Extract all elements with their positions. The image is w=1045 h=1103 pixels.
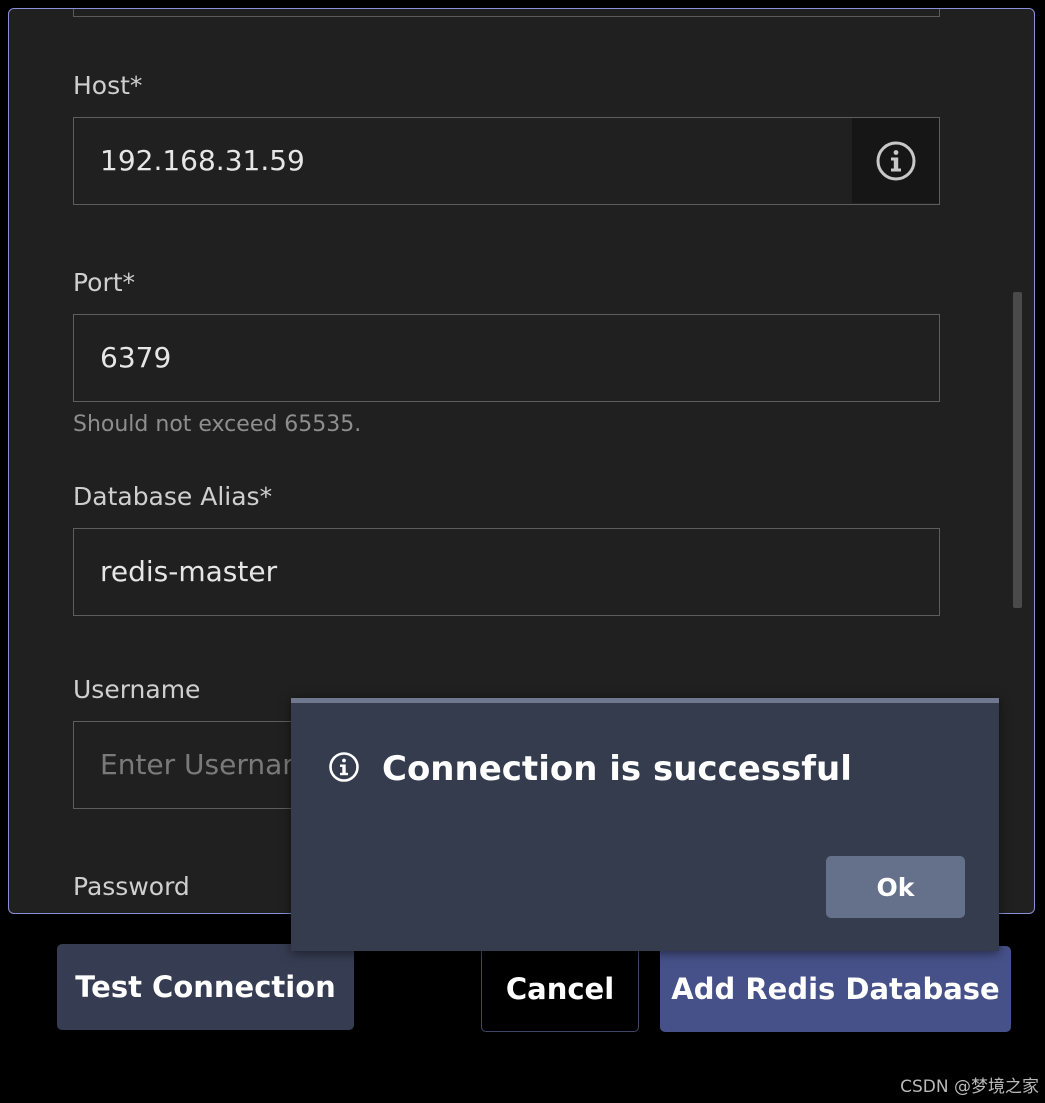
form-scrollbar[interactable] (1013, 292, 1022, 608)
port-hint: Should not exceed 65535. (73, 412, 362, 437)
host-input-value: 192.168.31.59 (100, 144, 305, 177)
host-input[interactable]: 192.168.31.59 (73, 117, 940, 205)
host-label: Host* (73, 71, 143, 100)
alias-input[interactable]: redis-master (73, 528, 940, 616)
test-connection-button[interactable]: Test Connection (57, 944, 354, 1030)
username-label: Username (73, 675, 201, 704)
host-info-button[interactable] (852, 118, 939, 203)
port-label: Port* (73, 268, 136, 297)
cancel-button[interactable]: Cancel (481, 946, 639, 1032)
password-label: Password (73, 872, 190, 901)
username-placeholder: Enter Usernam (100, 748, 310, 781)
info-icon (876, 141, 915, 180)
port-input[interactable]: 6379 (73, 314, 940, 402)
info-icon (329, 752, 359, 782)
add-redis-database-button[interactable]: Add Redis Database (660, 946, 1011, 1032)
toast-ok-button[interactable]: Ok (826, 856, 965, 918)
app-root: Host* 192.168.31.59 Port* 6379 Should no… (0, 0, 1045, 1103)
alias-label: Database Alias* (73, 482, 273, 511)
watermark: CSDN @梦境之家 (900, 1077, 1039, 1097)
previous-field-box[interactable] (73, 9, 940, 17)
toast-title: Connection is successful (382, 749, 852, 789)
connection-success-toast: Connection is successful Ok (291, 698, 999, 951)
alias-input-value: redis-master (100, 555, 278, 588)
port-input-value: 6379 (100, 341, 172, 374)
